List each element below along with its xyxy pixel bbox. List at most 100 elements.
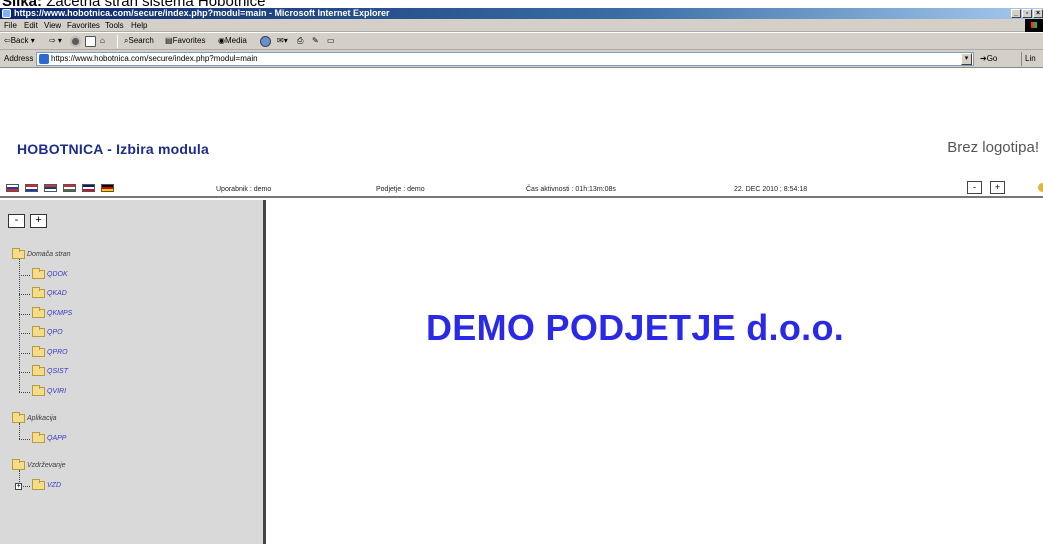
tree-item-label: QSIST [47, 368, 69, 375]
menu-help[interactable]: Help [131, 20, 147, 31]
window-title-bar[interactable]: https://www.hobotnica.com/secure/index.p… [0, 8, 1043, 19]
tree-connector [19, 391, 30, 393]
folder-icon [32, 478, 45, 490]
tree-group[interactable]: Aplikacija [12, 412, 57, 423]
media-button[interactable]: ◉Media [218, 35, 247, 47]
company-info: Podjetje : demo [376, 186, 425, 193]
flag-german-icon[interactable] [101, 184, 114, 192]
zoom-out-button[interactable]: - [967, 181, 982, 194]
tree-connector [19, 333, 30, 334]
back-label: Back [10, 36, 29, 45]
folder-icon [32, 306, 45, 318]
activity-time: Čas aktivnosti : 01h:13m:08s [526, 186, 616, 193]
tree-item[interactable]: QPO [32, 326, 63, 337]
search-label: Search [128, 36, 154, 45]
maximize-button[interactable]: ▫ [1022, 9, 1032, 18]
stop-icon[interactable] [70, 36, 81, 47]
tree-item[interactable]: QDOK [32, 267, 68, 279]
home-icon[interactable]: ⌂ [100, 35, 105, 47]
menu-edit[interactable]: Edit [24, 20, 38, 31]
tree-item[interactable]: QSIST [32, 365, 69, 376]
menu-file[interactable]: File [4, 20, 17, 31]
folder-icon [32, 326, 45, 337]
history-icon[interactable] [260, 36, 271, 47]
tree-item-label: QPRO [47, 348, 68, 356]
favorites-label: Favorites [172, 36, 206, 45]
address-dropdown-icon[interactable]: ▾ [961, 53, 972, 65]
tree-item-label: QKAD [47, 290, 67, 297]
page-header: HOBOTNICA - Izbira modula Brez logotipa! [0, 69, 1043, 169]
logo-placeholder: Brez logotipa! [947, 139, 1039, 156]
zoom-in-button[interactable]: + [990, 181, 1005, 194]
expand-all-button[interactable]: + [30, 214, 47, 228]
menu-favorites[interactable]: Favorites [67, 20, 100, 31]
favorites-button[interactable]: ▤Favorites [165, 35, 205, 47]
flag-serbian-icon[interactable] [44, 184, 57, 192]
tree-connector [19, 438, 30, 440]
tree-item-label: QVIRI [47, 387, 67, 395]
media-label: Media [224, 36, 247, 45]
back-button[interactable]: ⇦Back ▾ [4, 35, 35, 47]
tree-item[interactable]: QKMPS [32, 306, 73, 318]
go-button[interactable]: ➔Go [980, 52, 997, 66]
search-button[interactable]: ⌕Search [124, 35, 154, 47]
flag-slovenian-icon[interactable] [6, 184, 19, 192]
flag-croatian-icon[interactable] [25, 184, 38, 192]
tree-connector [19, 372, 30, 373]
tree-item[interactable]: VZD [32, 478, 61, 490]
tree-item-label: QAPP [47, 434, 67, 442]
toolbar-separator [117, 35, 118, 48]
refresh-icon[interactable] [85, 36, 96, 47]
collapse-all-button[interactable]: - [8, 214, 25, 228]
discuss-icon[interactable]: ▭ [327, 35, 335, 47]
address-label: Address [4, 54, 34, 63]
tree-connector [19, 274, 30, 276]
page-icon [39, 54, 49, 64]
folder-icon [32, 267, 45, 279]
flag-british-icon[interactable] [82, 184, 95, 192]
minimize-button[interactable]: _ [1011, 9, 1021, 18]
menu-view[interactable]: View [44, 20, 61, 31]
close-button[interactable]: × [1033, 9, 1043, 18]
links-button[interactable]: Lin [1021, 52, 1036, 66]
mail-icon[interactable]: ✉▾ [277, 35, 288, 47]
folder-icon [32, 287, 45, 298]
folder-icon [32, 431, 45, 443]
tree-item[interactable]: QVIRI [32, 384, 67, 396]
tree-group[interactable]: Domača stran [12, 248, 71, 259]
company-name: DEMO PODJETJE d.o.o. [426, 307, 845, 348]
address-input[interactable]: https://www.hobotnica.com/secure/index.p… [36, 52, 974, 66]
folder-icon [32, 345, 45, 357]
forward-button[interactable]: ⇨ ▾ [49, 35, 62, 47]
go-label: Go [986, 54, 998, 63]
user-info: Uporabnik : demo [216, 186, 272, 193]
window-title: https://www.hobotnica.com/secure/index.p… [14, 8, 390, 18]
windows-logo-icon [1025, 19, 1043, 32]
print-icon[interactable]: ⎙ [297, 35, 303, 47]
tree-item[interactable]: QAPP [32, 431, 67, 443]
address-bar: Address https://www.hobotnica.com/secure… [0, 50, 1043, 68]
tree-item-label: QKMPS [47, 309, 73, 317]
module-tree-panel: - + Domača stran QDOK QKAD QKMPS QPO QPRO QSIS… [0, 200, 266, 544]
tree-item-label: QDOK [47, 270, 68, 278]
tree-connector [19, 423, 20, 439]
folder-open-icon [12, 412, 25, 423]
tree-item-label: VZD [47, 481, 61, 489]
current-datetime: 22. DEC 2010 ; 8:54:18 [734, 186, 808, 193]
window-controls: _ ▫ × [1011, 9, 1043, 18]
tree-group-label: Aplikacija [27, 415, 57, 422]
tree-connector [19, 470, 20, 486]
tree-connector [19, 352, 30, 354]
flag-hungarian-icon[interactable] [63, 184, 76, 192]
tree-group-label: Vzdrževanje [27, 462, 66, 469]
page-title: HOBOTNICA - Izbira modula [17, 141, 209, 157]
edit-page-icon[interactable]: ✎ [312, 35, 319, 47]
browser-toolbar: ⇦Back ▾ ⇨ ▾ ⌂ ⌕Search ▤Favorites ◉Media … [0, 33, 1043, 50]
tree-group-label: Domača stran [27, 251, 71, 258]
tree-item[interactable]: QKAD [32, 287, 67, 298]
tree-item-label: QPO [47, 329, 63, 336]
menu-tools[interactable]: Tools [105, 20, 124, 31]
tree-group[interactable]: Vzdrževanje [12, 459, 66, 470]
main-content: DEMO PODJETJE d.o.o. [269, 200, 1043, 544]
tree-item[interactable]: QPRO [32, 345, 68, 357]
